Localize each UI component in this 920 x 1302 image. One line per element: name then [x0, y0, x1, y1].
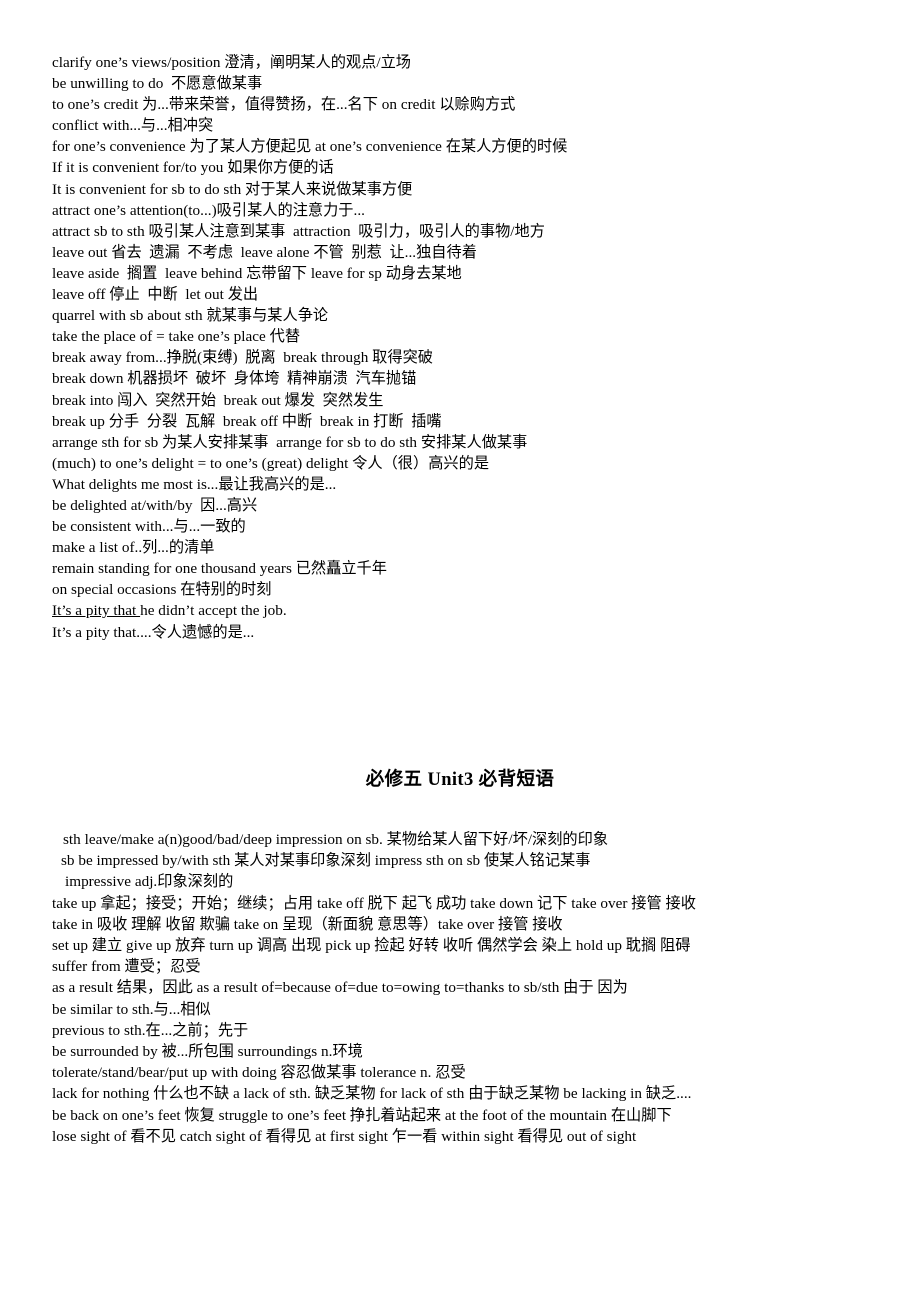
phrase-line: to one’s credit 为...带来荣誉，值得赞扬，在...名下 on …: [52, 96, 516, 114]
phrase-line-underlined-example: It’s a pity that he didn’t accept the jo…: [52, 600, 902, 621]
phrase-line: attract one’s attention(to...)吸引某人的注意力于.…: [52, 201, 365, 219]
phrase-line: be surrounded by 被...所包围 surroundings n.…: [52, 1043, 363, 1061]
phrase-line: take in 吸收 理解 收留 欺骗 take on 呈现（新面貌 意思等）t…: [52, 915, 563, 933]
phrase-line: What delights me most is...最让我高兴的是...: [52, 475, 337, 493]
phrase-line: It is convenient for sb to do sth 对于某人来说…: [52, 180, 413, 198]
phrase-line: be consistent with...与...一致的: [52, 518, 246, 536]
page-title: 必修五 Unit3 必背短语: [365, 770, 555, 790]
phrase-line: arrange sth for sb 为某人安排某事 arrange for s…: [52, 433, 528, 451]
phrase-block-unit3: sth leave/make a(n)good/bad/deep impress…: [52, 829, 912, 1147]
phrase-line: leave aside 搁置 leave behind 忘带留下 leave f…: [52, 264, 462, 282]
phrase-line: be similar to sth.与...相似: [52, 1000, 211, 1018]
phrase-line: attract sb to sth 吸引某人注意到某事 attraction 吸…: [52, 222, 545, 240]
phrase-line: break into 闯入 突然开始 break out 爆发 突然发生: [52, 391, 384, 409]
phrase-line: make a list of..列...的清单: [52, 539, 215, 557]
phrase-line: (much) to one’s delight = to one’s (grea…: [52, 454, 490, 472]
phrase-line: clarify one’s views/position 澄清，阐明某人的观点/…: [52, 54, 411, 71]
underlined-phrase: It’s a pity that: [52, 602, 141, 620]
phrase-line: on special occasions 在特别的时刻: [52, 581, 272, 599]
phrase-line: break down 机器损坏 破坏 身体垮 精神崩溃 汽车抛锚: [52, 370, 417, 388]
phrase-line: set up 建立 give up 放弃 turn up 调高 出现 pick …: [52, 937, 691, 955]
phrase-line: lack for nothing 什么也不缺 a lack of sth. 缺乏…: [52, 1085, 692, 1103]
phrase-line: take the place of = take one’s place 代替: [52, 328, 301, 346]
phrase-line: break away from...挣脱(束缚) 脱离 break throug…: [52, 349, 433, 367]
phrase-block-unit-previous: clarify one’s views/position 澄清，阐明某人的观点/…: [52, 52, 902, 643]
phrase-line: sth leave/make a(n)good/bad/deep impress…: [63, 831, 609, 848]
phrase-line: take up 拿起；接受；开始；继续；占用 take off 脱下 起飞 成功…: [52, 894, 696, 912]
phrase-line: leave off 停止 中断 let out 发出: [52, 286, 259, 304]
phrase-line: quarrel with sb about sth 就某事与某人争论: [52, 307, 329, 325]
example-sentence-remainder: he didn’t accept the job.: [140, 602, 287, 620]
phrase-line: be back on one’s feet 恢复 struggle to one…: [52, 1106, 672, 1124]
phrase-line: for one’s convenience 为了某人方便起见 at one’s …: [52, 138, 568, 156]
phrase-line: If it is convenient for/to you 如果你方便的话: [52, 159, 334, 177]
phrase-line: tolerate/stand/bear/put up with doing 容忍…: [52, 1064, 466, 1082]
phrase-line: as a result 结果，因此 as a result of=because…: [52, 979, 628, 997]
phrase-line: It’s a pity that....令人遗憾的是...: [52, 623, 255, 641]
phrase-line: leave out 省去 遗漏 不考虑 leave alone 不管 别惹 让.…: [52, 243, 477, 261]
phrase-line: be delighted at/with/by 因...高兴: [52, 496, 258, 514]
phrase-line: impressive adj.印象深刻的: [65, 873, 234, 891]
phrase-line: conflict with...与...相冲突: [52, 117, 214, 135]
phrase-line: previous to sth.在...之前；先于: [52, 1021, 249, 1039]
phrase-line: sb be impressed by/with sth 某人对某事印象深刻 im…: [61, 852, 591, 870]
phrase-line: suffer from 遭受；忍受: [52, 958, 201, 976]
phrase-line: lose sight of 看不见 catch sight of 看得见 at …: [52, 1127, 637, 1145]
document-page: clarify one’s views/position 澄清，阐明某人的观点/…: [0, 0, 920, 1302]
phrase-line: remain standing for one thousand years 已…: [52, 560, 387, 578]
phrase-line: be unwilling to do 不愿意做某事: [52, 75, 263, 93]
phrase-line: break up 分手 分裂 瓦解 break off 中断 break in …: [52, 412, 442, 430]
